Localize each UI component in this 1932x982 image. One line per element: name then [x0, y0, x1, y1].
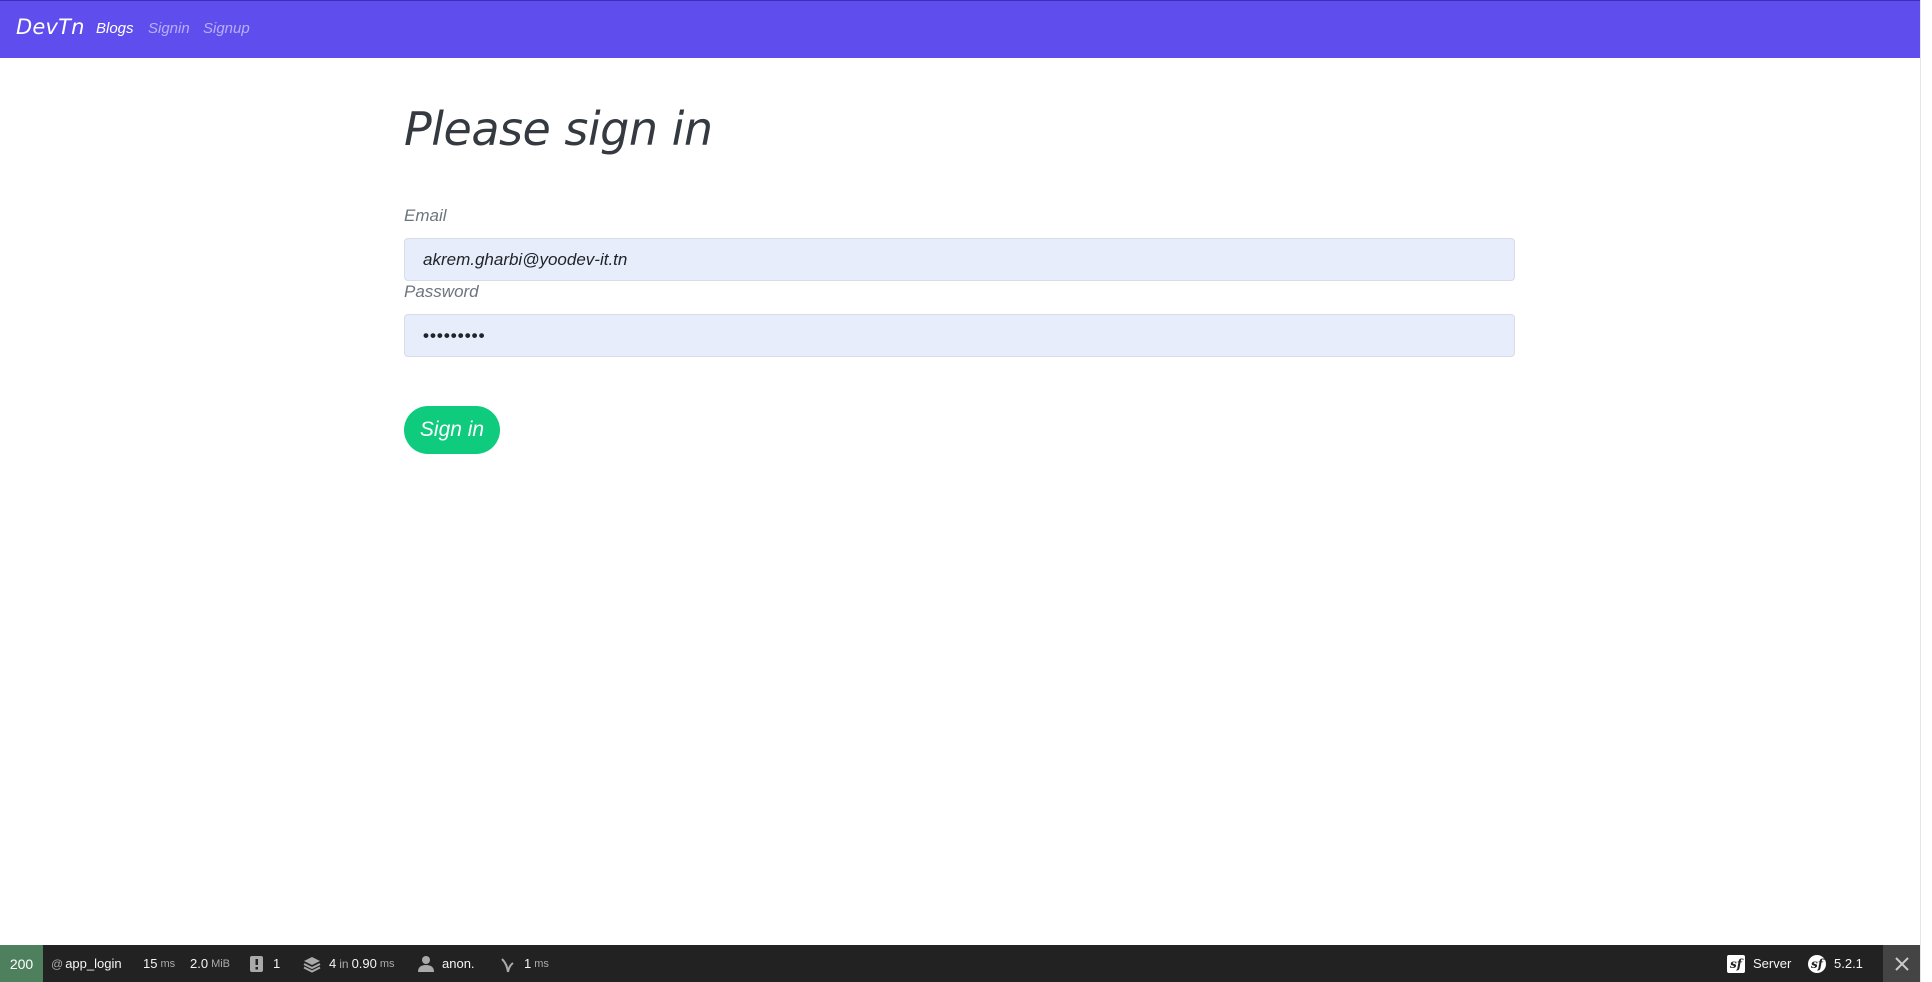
database-layers-icon	[303, 955, 321, 973]
route-name: app_login	[65, 956, 122, 971]
memory-unit: MiB	[211, 957, 231, 970]
twig-unit: ms	[534, 957, 549, 970]
status-code: 200	[9, 955, 34, 972]
logs-count: 1	[273, 956, 281, 971]
page-title: Please sign in	[404, 102, 713, 156]
symfony-logo-icon: sf	[1808, 954, 1826, 973]
time-unit: ms	[160, 957, 176, 970]
password-label: Password	[404, 282, 479, 301]
nav-link-signin[interactable]: Signin	[148, 20, 190, 37]
status-code-badge[interactable]: 200	[0, 945, 43, 982]
navbar: DevTn Blogs Signin Signup	[0, 0, 1920, 58]
security-panel[interactable]: anon.	[418, 945, 475, 982]
symfony-server-icon: sf	[1727, 954, 1745, 973]
twig-time: 1	[524, 956, 532, 971]
email-field[interactable]	[404, 238, 1515, 281]
brand-logo[interactable]: DevTn	[16, 15, 85, 39]
user-name: anon.	[442, 956, 475, 971]
time-panel[interactable]: 15 ms	[143, 945, 175, 982]
user-icon	[418, 955, 434, 973]
route-info[interactable]: @ app_login	[51, 945, 122, 982]
sign-in-button[interactable]: Sign in	[404, 406, 500, 454]
close-icon	[1894, 956, 1909, 971]
nav-link-blogs[interactable]: Blogs	[96, 20, 134, 37]
twig-panel[interactable]: 1 ms	[500, 945, 549, 982]
toolbar-close-button[interactable]	[1883, 945, 1920, 982]
logs-panel[interactable]: 1	[249, 945, 280, 982]
debug-toolbar: 200 @ app_login 15 ms 2.0 MiB 1 4 in 0.9…	[0, 945, 1920, 982]
email-label: Email	[404, 206, 447, 225]
symfony-version: 5.2.1	[1834, 956, 1863, 971]
memory-panel[interactable]: 2.0 MiB	[190, 945, 230, 982]
symfony-version-panel[interactable]: sf 5.2.1	[1808, 945, 1863, 982]
db-time: 0.90	[351, 956, 377, 971]
server-panel[interactable]: sf Server	[1727, 945, 1791, 982]
db-queries: 4	[329, 956, 337, 971]
twig-icon	[500, 955, 516, 973]
db-in-text: in	[339, 956, 349, 971]
database-panel[interactable]: 4 in 0.90 ms	[303, 945, 395, 982]
db-unit: ms	[379, 957, 395, 970]
logs-icon	[249, 955, 265, 973]
route-prefix: @	[51, 956, 64, 971]
password-field[interactable]	[404, 314, 1515, 357]
page: DevTn Blogs Signin Signup Please sign in…	[0, 0, 1920, 982]
page-scrollbar[interactable]	[1920, 0, 1932, 982]
nav-link-signup[interactable]: Signup	[203, 20, 250, 37]
server-label: Server	[1753, 956, 1792, 971]
time-value: 15	[143, 956, 158, 971]
memory-value: 2.0	[190, 956, 209, 971]
